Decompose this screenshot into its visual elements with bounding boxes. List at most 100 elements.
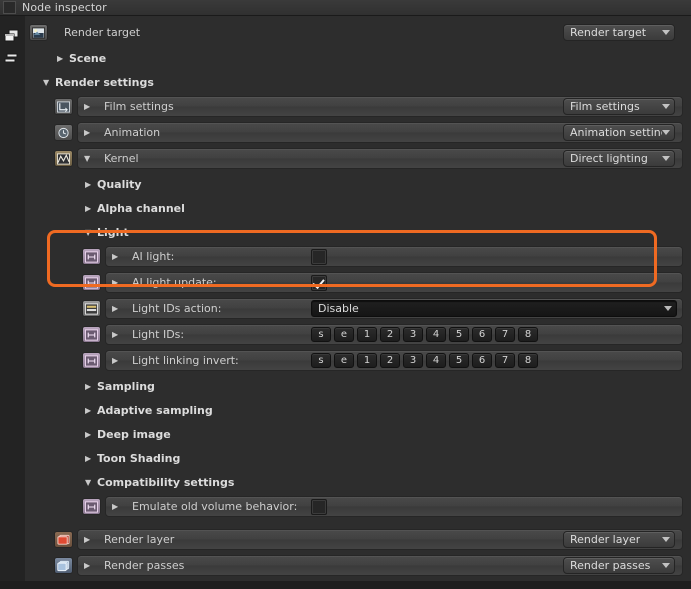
disclosure-triangle-icon[interactable]: ▶ [112,502,124,511]
row-ai-light-update-bar[interactable]: ▶ AI light update: [105,272,683,293]
render-passes-combo[interactable]: Render passes [563,557,675,574]
light-linking-button[interactable]: 4 [426,353,446,368]
bool-property-icon [82,326,101,343]
light-ids-action-value: Disable [318,302,359,315]
group-alpha-channel[interactable]: ▶ Alpha channel [85,198,691,219]
group-toon-shading[interactable]: ▶ Toon Shading [85,448,691,469]
disclosure-triangle-icon[interactable]: ▶ [112,278,124,287]
light-id-button[interactable]: 7 [495,327,515,342]
disclosure-triangle-icon[interactable]: ▼ [85,228,97,237]
light-id-button[interactable]: s [311,327,331,342]
disclosure-triangle-icon[interactable]: ▶ [57,54,69,63]
light-linking-button[interactable]: 6 [472,353,492,368]
light-id-button[interactable]: 8 [518,327,538,342]
tree-item-render-settings[interactable]: ▼ Render settings [43,72,691,93]
disclosure-triangle-icon[interactable]: ▶ [85,180,97,189]
ai-light-checkbox[interactable] [311,248,327,265]
row-ai-light-label: AI light: [132,250,175,263]
light-linking-button[interactable]: e [334,353,354,368]
window-menu-box-icon[interactable] [3,1,16,14]
group-alpha-channel-label: Alpha channel [97,202,185,215]
disclosure-triangle-icon[interactable]: ▶ [112,304,124,313]
film-settings-combo[interactable]: Film settings [563,98,675,115]
disclosure-triangle-icon[interactable]: ▶ [84,102,96,111]
disclosure-triangle-icon[interactable]: ▼ [84,154,96,163]
disclosure-triangle-icon[interactable]: ▶ [85,406,97,415]
disclosure-triangle-icon[interactable]: ▶ [112,356,124,365]
row-ai-light-bar[interactable]: ▶ AI light: [105,246,683,267]
tree-item-scene[interactable]: ▶ Scene [57,48,691,69]
animation-settings-combo[interactable]: Animation settings [563,124,675,141]
chevron-down-icon [662,537,670,542]
row-light-linking-invert-bar[interactable]: ▶ Light linking invert: s e 1 2 3 4 5 6 … [105,350,683,371]
row-emulate-old-volume-behavior-label: Emulate old volume behavior: [132,500,298,513]
kernel-type-combo[interactable]: Direct lighting [563,150,675,167]
row-ai-light-update[interactable]: ▶ AI light update: [82,272,683,293]
disclosure-triangle-icon[interactable]: ▶ [85,204,97,213]
disclosure-triangle-icon[interactable]: ▶ [84,535,96,544]
group-light[interactable]: ▼ Light [85,222,691,243]
row-render-passes[interactable]: ▶ Render passes Render passes [54,555,683,576]
stacked-windows-icon[interactable] [4,29,22,45]
ai-light-update-checkbox[interactable] [311,274,327,291]
group-sampling[interactable]: ▶ Sampling [85,376,691,397]
disclosure-triangle-icon[interactable]: ▶ [84,561,96,570]
disclosure-triangle-icon[interactable]: ▶ [112,330,124,339]
group-deep-image[interactable]: ▶ Deep image [85,424,691,445]
node-type-combo[interactable]: Render target [563,24,675,41]
window-title: Node inspector [22,1,107,14]
group-light-label: Light [97,226,129,239]
render-layer-combo-value: Render layer [570,533,641,546]
row-emulate-old-volume-behavior[interactable]: ▶ Emulate old volume behavior: [82,496,683,517]
row-animation[interactable]: ▶ Animation Animation settings [54,122,683,143]
disclosure-triangle-icon[interactable]: ▶ [85,382,97,391]
enum-property-icon [82,300,101,317]
light-linking-button[interactable]: 3 [403,353,423,368]
row-film-settings[interactable]: ▶ Film settings Film settings [54,96,683,117]
light-ids-button-strip: s e 1 2 3 4 5 6 7 8 [311,327,538,342]
node-inspector-window: Node inspector Render target Render targ… [0,0,691,589]
group-adaptive-sampling[interactable]: ▶ Adaptive sampling [85,400,691,421]
light-id-button[interactable]: 5 [449,327,469,342]
row-light-ids-bar[interactable]: ▶ Light IDs: s e 1 2 3 4 5 6 7 8 [105,324,683,345]
blue-stack-icon [54,557,73,574]
light-id-button[interactable]: e [334,327,354,342]
light-linking-button[interactable]: s [311,353,331,368]
group-quality[interactable]: ▶ Quality [85,174,691,195]
light-linking-button[interactable]: 5 [449,353,469,368]
light-linking-button[interactable]: 7 [495,353,515,368]
disclosure-triangle-icon[interactable]: ▶ [85,454,97,463]
disclosure-triangle-icon[interactable]: ▼ [43,78,55,87]
render-layer-combo[interactable]: Render layer [563,531,675,548]
bool-property-icon [82,352,101,369]
row-ai-light-update-label: AI light update: [132,276,217,289]
light-id-button[interactable]: 2 [380,327,400,342]
light-ids-action-dropdown[interactable]: Disable [311,300,677,317]
row-light-ids[interactable]: ▶ Light IDs: s e 1 2 3 4 5 6 7 8 [82,324,683,345]
row-light-ids-action[interactable]: ▶ Light IDs action: Disable [82,298,683,319]
light-id-button[interactable]: 1 [357,327,377,342]
disclosure-triangle-icon[interactable]: ▼ [85,478,97,487]
light-id-button[interactable]: 6 [472,327,492,342]
light-id-button[interactable]: 3 [403,327,423,342]
group-compatibility-settings[interactable]: ▼ Compatibility settings [85,472,691,493]
light-linking-button[interactable]: 1 [357,353,377,368]
emulate-old-volume-checkbox[interactable] [311,498,327,515]
light-linking-button[interactable]: 8 [518,353,538,368]
light-id-button[interactable]: 4 [426,327,446,342]
list-rows-icon[interactable] [4,52,22,68]
row-render-layer[interactable]: ▶ Render layer Render layer [54,529,683,550]
disclosure-triangle-icon[interactable]: ▶ [85,430,97,439]
disclosure-triangle-icon[interactable]: ▶ [112,252,124,261]
row-ai-light[interactable]: ▶ AI light: [82,246,683,267]
film-settings-combo-value: Film settings [570,100,640,113]
animation-settings-combo-value: Animation settings [570,126,662,139]
disclosure-triangle-icon[interactable]: ▶ [84,128,96,137]
bool-property-icon [82,248,101,265]
row-light-ids-label: Light IDs: [132,328,185,341]
row-light-ids-action-bar[interactable]: ▶ Light IDs action: Disable [105,298,683,319]
light-linking-button[interactable]: 2 [380,353,400,368]
row-emulate-old-volume-behavior-bar[interactable]: ▶ Emulate old volume behavior: [105,496,683,517]
row-light-linking-invert[interactable]: ▶ Light linking invert: s e 1 2 3 4 5 6 … [82,350,683,371]
row-kernel[interactable]: ▼ Kernel Direct lighting [54,148,683,169]
